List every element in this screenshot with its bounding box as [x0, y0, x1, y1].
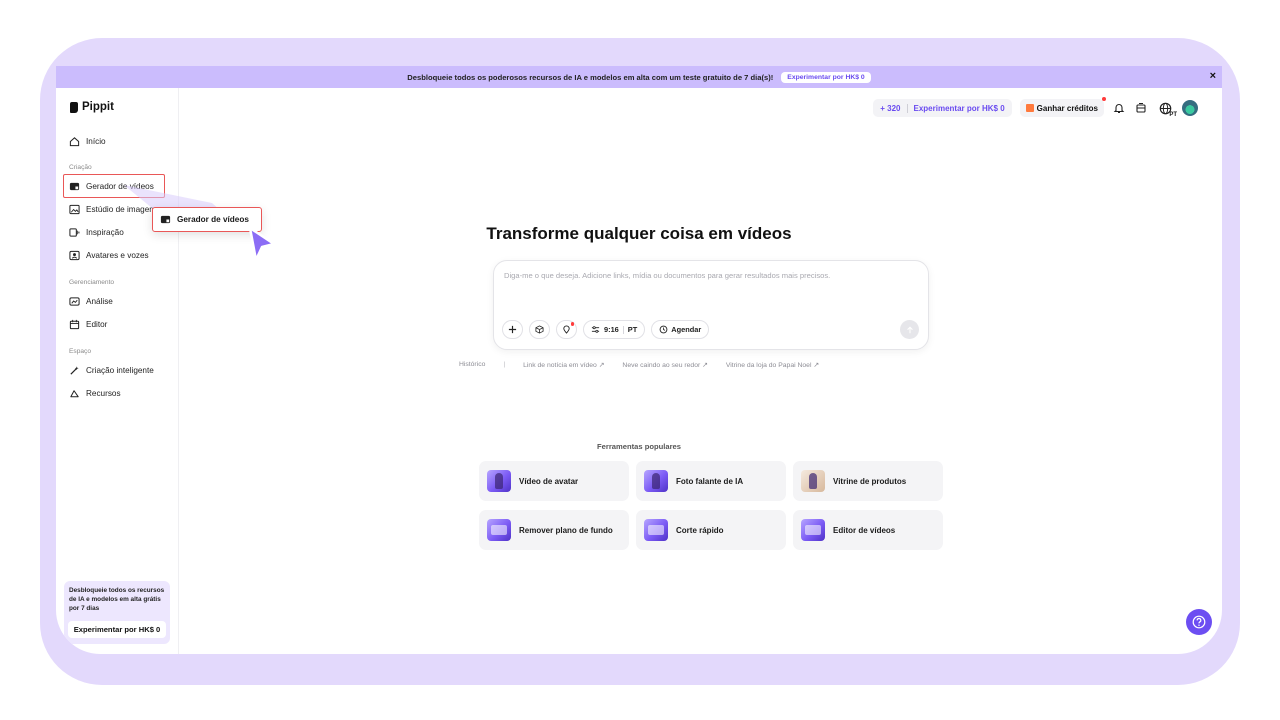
app-window: Desbloqueie todos os poderosos recursos …: [56, 66, 1222, 654]
tool-card-label: Remover plano de fundo: [519, 525, 613, 535]
divider: [622, 325, 624, 334]
plus-icon: [508, 325, 517, 334]
tool-thumbnail: [644, 470, 668, 492]
calendar-icon: [69, 319, 80, 329]
drag-preview-label: Gerador de vídeos: [177, 215, 249, 224]
section-label-manage: Gerenciamento: [69, 279, 115, 286]
brand-logo[interactable]: Pippit: [70, 101, 114, 113]
earn-credits-label: Ganhar créditos: [1036, 103, 1098, 113]
tool-thumbnail: [644, 519, 668, 541]
avatar-voice-icon: [69, 250, 80, 260]
top-toolbar: + 320 Experimentar por HK$ 0 Ganhar créd…: [873, 97, 1198, 118]
suggestion-divider: |: [503, 361, 506, 368]
earn-credits-button[interactable]: Ganhar créditos: [1019, 97, 1106, 117]
send-button[interactable]: [900, 320, 919, 339]
section-label-space: Espaço: [69, 348, 91, 355]
format-settings-button[interactable]: 9:16 PT: [583, 320, 646, 339]
sidebar-item-label: Início: [86, 136, 106, 146]
tool-thumbnail: [801, 519, 825, 541]
tool-card-remove-background[interactable]: Remover plano de fundo: [479, 510, 629, 550]
tool-card-label: Foto falante de IA: [676, 476, 744, 486]
language-code: PT: [1169, 112, 1177, 118]
location-button[interactable]: [556, 320, 577, 339]
tool-card-video-editor[interactable]: Editor de vídeos: [793, 510, 943, 550]
clock-icon: [659, 325, 668, 334]
sidebar-item-label: Análise: [86, 296, 113, 306]
cloud-icon: [70, 389, 79, 397]
tool-card-avatar-video[interactable]: Vídeo de avatar: [479, 461, 629, 501]
add-attachment-button[interactable]: [502, 320, 523, 339]
suggestion-link[interactable]: Link de notícia em vídeo ↗: [523, 361, 604, 369]
sidebar-item-editor[interactable]: Editor: [69, 317, 107, 331]
video-generator-icon: [160, 215, 171, 224]
schedule-button[interactable]: Agendar: [651, 320, 710, 339]
pill-divider: [906, 103, 908, 113]
banner-close-icon[interactable]: ×: [1210, 70, 1216, 82]
suggestion-link[interactable]: Neve caindo ao seu redor ↗: [622, 361, 707, 369]
aspect-ratio-value: 9:16: [604, 325, 619, 334]
credits-count: + 320: [880, 103, 901, 113]
model-select-button[interactable]: [529, 320, 550, 339]
sidebar: Pippit Início Criação Gerador de vídeos …: [56, 88, 179, 654]
prompt-toolbar: 9:16 PT Agendar: [502, 320, 710, 339]
promo-text: Desbloqueie todos os recursos de IA e mo…: [69, 587, 165, 612]
sidebar-item-label: Recursos: [86, 388, 121, 398]
notification-dot: [1102, 97, 1106, 101]
brand-name: Pippit: [82, 101, 114, 113]
inbox-icon[interactable]: [1134, 101, 1148, 115]
banner-try-button[interactable]: Experimentar por HK$ 0: [781, 71, 871, 83]
mouse-cursor-icon: [248, 226, 276, 262]
prompt-placeholder: Diga-me o que deseja. Adicione links, mí…: [504, 271, 831, 280]
credits-pill[interactable]: + 320 Experimentar por HK$ 0: [873, 99, 1012, 117]
promo-try-button[interactable]: Experimentar por HK$ 0: [68, 621, 166, 638]
arrow-up-icon: [906, 325, 913, 333]
pippit-logo-icon: [70, 101, 78, 113]
tool-card-talking-photo[interactable]: Foto falante de IA: [636, 461, 786, 501]
sidebar-item-resources[interactable]: Recursos: [69, 386, 121, 400]
sidebar-item-analysis[interactable]: Análise: [69, 294, 113, 308]
schedule-label: Agendar: [671, 325, 702, 334]
sliders-icon: [591, 326, 600, 333]
tool-thumbnail: [487, 470, 511, 492]
tool-card-label: Vídeo de avatar: [519, 476, 579, 486]
language-globe-icon[interactable]: PT: [1156, 101, 1177, 118]
home-icon: [69, 136, 80, 146]
banner-text: Desbloqueie todos os poderosos recursos …: [407, 72, 774, 82]
sidebar-promo-card: Desbloqueie todos os recursos de IA e mo…: [64, 581, 170, 644]
bell-icon[interactable]: [1112, 101, 1126, 115]
tool-card-product-showcase[interactable]: Vitrine de produtos: [793, 461, 943, 501]
popular-tools-heading: Ferramentas populares: [597, 442, 681, 451]
suggestion-link[interactable]: Vitrine da loja do Papai Noel ↗: [726, 361, 819, 369]
question-mark-icon: [1192, 615, 1206, 629]
user-avatar[interactable]: [1182, 100, 1198, 116]
tool-card-label: Corte rápido: [676, 525, 724, 535]
cube-icon: [535, 325, 544, 334]
tool-card-quick-cut[interactable]: Corte rápido: [636, 510, 786, 550]
gift-icon: [1025, 104, 1034, 112]
tool-card-label: Vitrine de produtos: [833, 476, 907, 486]
language-value: PT: [627, 325, 638, 334]
section-label-create: Criação: [69, 164, 92, 171]
history-link[interactable]: Histórico: [459, 361, 485, 369]
sidebar-item-label: Avatares e vozes: [86, 250, 149, 260]
prompt-input-box[interactable]: Diga-me o que deseja. Adicione links, mí…: [493, 260, 929, 350]
tool-card-label: Editor de vídeos: [833, 525, 896, 535]
tool-thumbnail: [801, 470, 825, 492]
prompt-suggestions: Histórico | Link de notícia em vídeo ↗ N…: [56, 361, 1222, 369]
image-studio-icon: [69, 204, 80, 214]
sidebar-item-home[interactable]: Início: [69, 134, 106, 148]
help-button[interactable]: [1186, 609, 1212, 635]
sidebar-item-label: Editor: [86, 319, 108, 329]
tool-thumbnail: [487, 519, 511, 541]
trial-banner: Desbloqueie todos os poderosos recursos …: [56, 66, 1222, 88]
try-for-free-link[interactable]: Experimentar por HK$ 0: [914, 104, 1005, 113]
analytics-icon: [69, 296, 80, 306]
video-generator-icon: [69, 182, 80, 190]
notification-dot: [570, 322, 574, 326]
location-pin-icon: [563, 325, 570, 334]
